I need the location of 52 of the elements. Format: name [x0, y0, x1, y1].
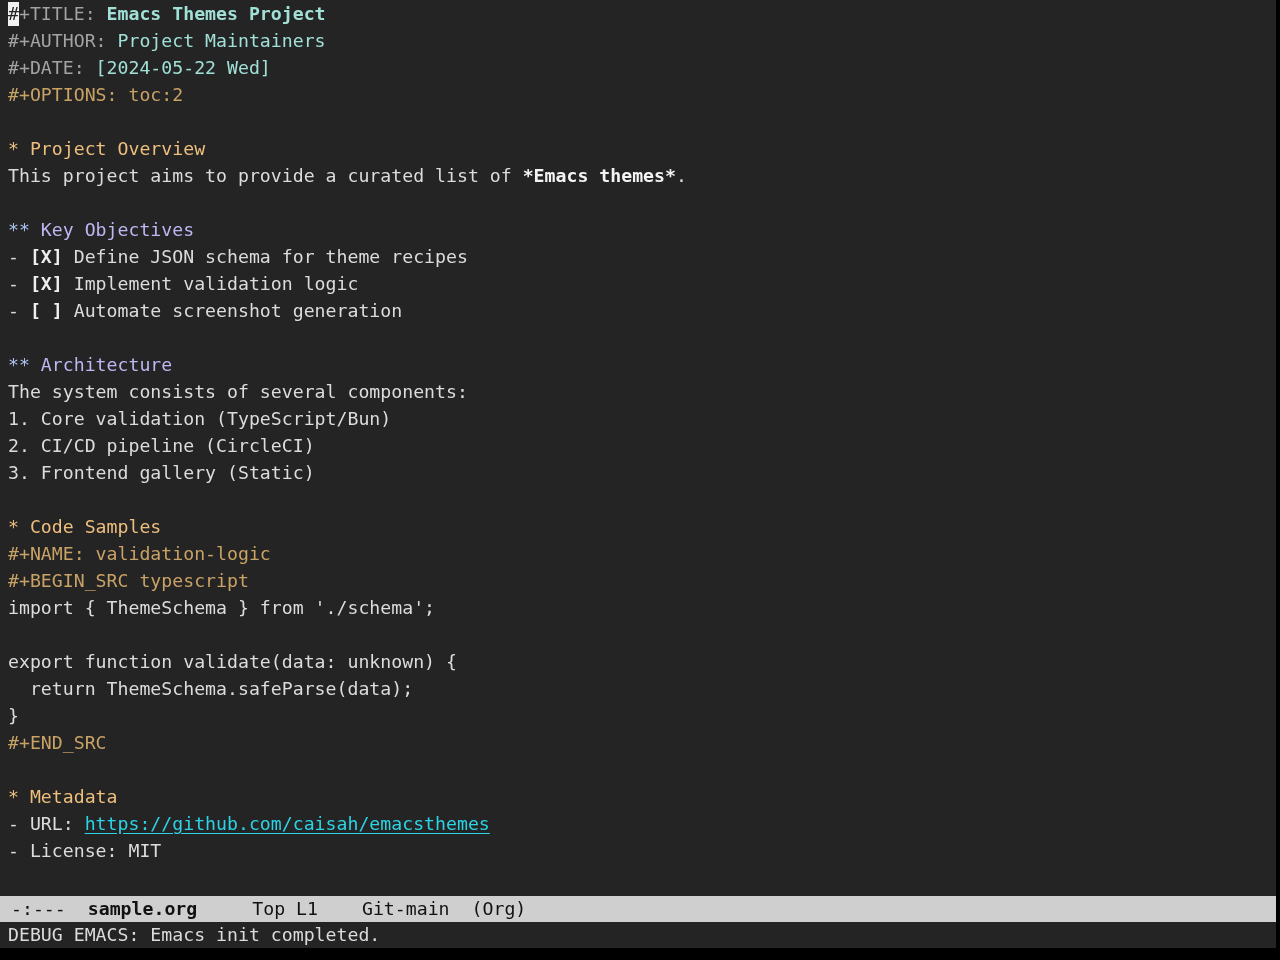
- src-block-end: #+END_SRC: [8, 731, 107, 755]
- list-item-text: Frontend gallery (Static): [40, 461, 315, 485]
- echo-message: DEBUG EMACS: Emacs init completed.: [8, 923, 381, 947]
- modified-status-text: -:---: [11, 897, 66, 921]
- checkbox-marker: [X]: [29, 245, 63, 269]
- heading-title: Architecture: [40, 353, 173, 377]
- major-mode-text: (Org): [471, 897, 527, 921]
- keyword-name: #+OPTIONS:: [8, 83, 118, 107]
- heading-title: Key Objectives: [40, 218, 195, 242]
- keyword-value: [2024-05-22 Wed]: [95, 56, 271, 80]
- heading-stars: *: [8, 785, 19, 809]
- list-bullet: -: [8, 299, 19, 323]
- list-item-text: Automate screenshot generation: [73, 299, 403, 323]
- source-code-text: import { ThemeSchema } from './schema'; export function validate(data: unknown) { return ThemeSchema.safeParse(data); }: [8, 596, 457, 728]
- list-bullet: -: [8, 839, 19, 863]
- list-item-text: CI/CD pipeline (CircleCI): [40, 434, 315, 458]
- list-bullet: -: [8, 272, 19, 296]
- heading-stars: **: [8, 353, 30, 377]
- list-item-text: Implement validation logic: [73, 272, 359, 296]
- url-link[interactable]: https://github.com/caisah/emacsthemes: [84, 810, 490, 837]
- keyword-name: #+AUTHOR:: [8, 29, 107, 53]
- keyword-value: Emacs Themes Project: [106, 2, 326, 26]
- keyword-value: Project Maintainers: [117, 29, 326, 53]
- src-block-begin: #+BEGIN_SRC: [8, 569, 129, 593]
- list-number: 1.: [8, 407, 30, 431]
- src-language: typescript: [139, 569, 249, 593]
- heading-title: Code Samples: [29, 515, 162, 539]
- checkbox-marker: [X]: [29, 272, 63, 296]
- keyword-name: #+DATE:: [8, 56, 85, 80]
- list-number: 2.: [8, 434, 30, 458]
- buffer-name: sample.org: [87, 897, 198, 921]
- list-item-text: Define JSON schema for theme recipes: [73, 245, 468, 269]
- checkbox-marker: [ ]: [29, 299, 63, 323]
- branch-name: Git-main: [361, 897, 450, 921]
- keyword-value: toc:2: [128, 83, 184, 107]
- keyword-value: validation-logic: [95, 542, 271, 566]
- heading-title: Metadata: [29, 785, 118, 809]
- list-item-text: Core validation (TypeScript/Bun): [40, 407, 392, 431]
- heading-stars: *: [8, 137, 19, 161]
- list-number: 3.: [8, 461, 30, 485]
- keyword-name: #+NAME:: [8, 542, 85, 566]
- heading-title: Project Overview: [29, 137, 206, 161]
- paragraph-text: The system consists of several components:: [8, 380, 468, 404]
- list-bullet: -: [8, 245, 19, 269]
- position-text: Top L1: [252, 897, 318, 921]
- heading-stars: *: [8, 515, 19, 539]
- paragraph-text: This project aims to provide a curated list of *Emacs themes*.: [8, 164, 687, 188]
- field-label: License:: [29, 839, 118, 863]
- heading-stars: **: [8, 218, 30, 242]
- list-bullet: -: [8, 812, 19, 836]
- field-value: MIT: [128, 839, 162, 863]
- field-label: URL:: [29, 812, 74, 836]
